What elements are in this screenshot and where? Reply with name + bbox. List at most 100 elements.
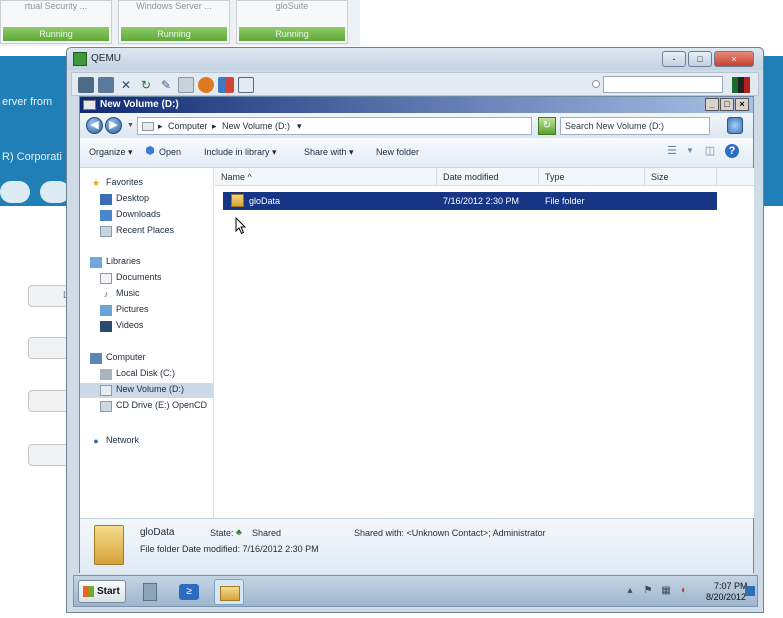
details-shared-with: Shared with: <Unknown Contact>; Administ… <box>354 528 546 538</box>
libraries-icon <box>90 257 102 268</box>
usb-icon[interactable] <box>98 77 114 93</box>
column-headers: Name ^ Date modified Type Size <box>215 168 754 186</box>
share-with-button[interactable]: Share with ▾ <box>304 147 354 158</box>
network-icon[interactable] <box>218 77 234 93</box>
vm-status-badge: Running <box>239 27 345 41</box>
network-icon: ● <box>93 436 99 446</box>
clock-time[interactable]: 7:07 PM <box>714 581 748 591</box>
nav-item-label: CD Drive (E:) OpenCD <box>116 400 208 410</box>
preview-pane-icon[interactable]: ◫ <box>703 144 717 158</box>
explorer-window: New Volume (D:) _ □ × ◀ ▶ ▼ ▸ Computer ▸… <box>79 96 754 574</box>
maximize-button[interactable]: □ <box>720 98 734 111</box>
nav-item-label: New Volume (D:) <box>116 384 185 394</box>
drive-icon <box>100 385 112 396</box>
documents-icon <box>100 273 112 284</box>
chevron-down-icon[interactable]: ▼ <box>127 122 134 129</box>
refresh-button[interactable]: ↻ <box>538 117 556 135</box>
background-vm-tab[interactable]: rtual Security ... Running <box>0 0 112 44</box>
chevron-down-icon[interactable]: ▼ <box>683 144 697 158</box>
breadcrumb-separator: ▸ <box>158 121 163 131</box>
command-bar: Organize ▾ ⬢ Open Include in library ▾ S… <box>80 138 753 168</box>
column-header-name[interactable]: Name ^ <box>215 168 437 186</box>
search-input[interactable]: Search New Volume (D:) <box>560 117 710 135</box>
background-vm-tab[interactable]: Windows Server ... Running <box>118 0 230 44</box>
nav-item-recent-places[interactable]: Recent Places <box>80 224 213 239</box>
show-hidden-icons-icon[interactable]: ▴ <box>624 585 636 597</box>
desktop-icon <box>100 194 112 205</box>
nav-item-favorites[interactable]: ★ Favorites <box>80 176 213 191</box>
background-pill-button[interactable] <box>0 181 30 203</box>
pencil-icon[interactable]: ✎ <box>158 77 174 93</box>
background-vm-tab[interactable]: gloSuite Running <box>236 0 348 44</box>
nav-item-libraries[interactable]: Libraries <box>80 255 213 270</box>
start-button[interactable]: Start <box>78 580 126 603</box>
nav-item-desktop[interactable]: Desktop <box>80 192 213 207</box>
new-folder-button[interactable]: New folder <box>376 147 419 157</box>
taskbar-explorer-icon[interactable] <box>214 579 244 605</box>
qemu-search-input[interactable] <box>603 76 723 93</box>
open-button[interactable]: Open <box>159 147 181 157</box>
column-header-type[interactable]: Type <box>539 168 645 186</box>
taskbar-server-manager-icon[interactable] <box>136 579 166 605</box>
nav-item-videos[interactable]: Videos <box>80 319 213 334</box>
nav-item-pictures[interactable]: Pictures <box>80 303 213 318</box>
minimize-button[interactable]: _ <box>705 98 719 111</box>
explorer-title: New Volume (D:) <box>100 99 179 110</box>
include-in-library-button[interactable]: Include in library ▾ <box>204 147 277 158</box>
details-name: gloData <box>140 527 175 538</box>
stop-icon[interactable] <box>198 77 214 93</box>
nav-item-new-volume[interactable]: New Volume (D:) <box>80 383 213 398</box>
drive-icon <box>100 369 112 380</box>
nav-item-network[interactable]: ● Network <box>80 434 213 449</box>
breadcrumb-separator: ▸ <box>212 121 217 131</box>
column-header-size[interactable]: Size <box>645 168 717 186</box>
print-icon[interactable] <box>178 77 194 93</box>
nav-item-documents[interactable]: Documents <box>80 271 213 286</box>
close-button[interactable]: × <box>714 51 754 67</box>
nav-item-cd-drive[interactable]: CD Drive (E:) OpenCD <box>80 399 213 414</box>
details-state-label: State: <box>210 528 234 538</box>
qemu-toolbar: ✕ ↻ ✎ <box>71 72 759 96</box>
close-button[interactable]: × <box>735 98 749 111</box>
breadcrumb-chevron-icon[interactable]: ▾ <box>297 121 302 132</box>
nav-item-label: Recent Places <box>116 225 175 235</box>
vm-status-badge: Running <box>3 27 109 41</box>
volume-icon[interactable]: ◐ <box>678 585 690 597</box>
clock-date[interactable]: 8/20/2012 <box>706 592 746 602</box>
search-icon[interactable] <box>727 117 743 134</box>
start-label: Start <box>97 586 120 597</box>
forward-button[interactable]: ▶ <box>105 117 122 134</box>
network-status-icon[interactable]: ▦ <box>660 585 672 597</box>
column-header-date[interactable]: Date modified <box>437 168 539 186</box>
views-icon[interactable]: ☰ <box>665 144 679 158</box>
nav-item-label: Downloads <box>116 209 161 219</box>
back-button[interactable]: ◀ <box>86 117 103 134</box>
nav-item-local-disk[interactable]: Local Disk (C:) <box>80 367 213 382</box>
breadcrumb-current[interactable]: New Volume (D:) <box>222 121 290 131</box>
table-row[interactable]: gloData 7/16/2012 2:30 PM File folder <box>223 192 717 210</box>
nav-item-music[interactable]: ♪ Music <box>80 287 213 302</box>
monitor-icon[interactable] <box>78 77 94 93</box>
vm-tab-name: Windows Server ... <box>136 1 212 11</box>
address-bar[interactable]: ▸ Computer ▸ New Volume (D:) ▾ ▼ <box>137 117 577 135</box>
organize-button[interactable]: Organize ▾ <box>89 147 133 158</box>
fullscreen-icon[interactable] <box>238 77 254 93</box>
show-desktop-button[interactable] <box>745 586 755 596</box>
taskbar-powershell-icon[interactable]: ≥ <box>174 579 204 605</box>
tools-icon[interactable]: ✕ <box>118 77 134 93</box>
nav-item-computer[interactable]: Computer <box>80 351 213 366</box>
navigation-pane: ★ Favorites Desktop Downloads Recent Pla… <box>80 168 214 518</box>
refresh-icon[interactable]: ↻ <box>138 77 154 93</box>
music-icon: ♪ <box>103 289 109 299</box>
radio-button[interactable] <box>592 80 600 88</box>
breadcrumb-computer[interactable]: Computer <box>168 121 208 131</box>
qemu-titlebar[interactable]: QEMU - □ × <box>67 48 763 70</box>
banner-text: R) Corporati <box>2 151 62 163</box>
maximize-button[interactable]: □ <box>688 51 712 67</box>
qemu-title: QEMU <box>91 53 121 64</box>
flag-icon[interactable]: ⚑ <box>642 585 654 597</box>
minimize-button[interactable]: - <box>662 51 686 67</box>
help-icon[interactable]: ? <box>725 144 739 158</box>
explorer-titlebar[interactable]: New Volume (D:) _ □ × <box>80 97 753 113</box>
nav-item-downloads[interactable]: Downloads <box>80 208 213 223</box>
